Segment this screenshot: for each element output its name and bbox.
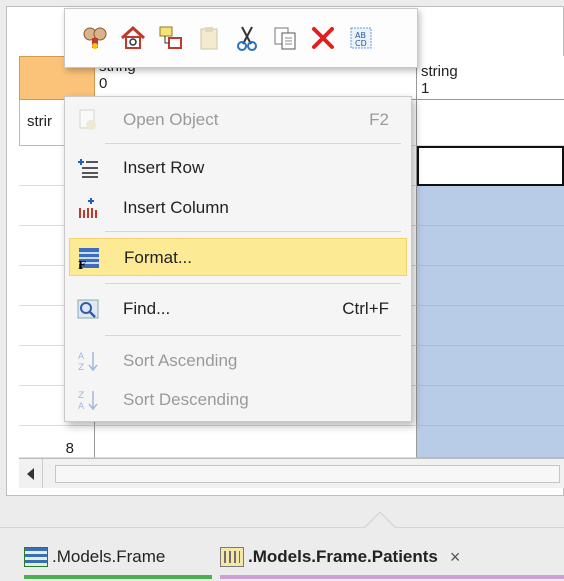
tab-label: .Models.Frame (52, 547, 166, 566)
home-icon[interactable] (117, 23, 148, 54)
floating-toolbar: AB CD (64, 8, 418, 68)
paste-icon[interactable] (193, 23, 224, 54)
selected-cell[interactable] (417, 266, 564, 306)
insert-column-icon (75, 195, 101, 221)
svg-text:A: A (78, 352, 85, 362)
column-header-1-type: string (421, 63, 458, 80)
tab-models-frame-patients[interactable]: .Models.Frame.Patients × (220, 539, 564, 579)
scroll-left-icon[interactable] (19, 459, 43, 488)
open-object-icon (75, 107, 101, 133)
format-icon: F (76, 245, 102, 271)
menu-item-insert-row[interactable]: Insert Row (69, 149, 407, 187)
selected-cell[interactable] (417, 386, 564, 426)
menu-item-label: Insert Column (123, 198, 229, 217)
menu-separator (105, 335, 401, 336)
find-icon (75, 296, 101, 322)
menu-item-label: Sort Descending (123, 390, 249, 409)
selected-cell[interactable] (417, 186, 564, 226)
menu-item-open-object[interactable]: Open Object F2 (69, 101, 407, 139)
object-inspector-icon[interactable] (79, 23, 110, 54)
copy-icon[interactable] (269, 23, 300, 54)
svg-text:F: F (78, 259, 86, 270)
new-object-icon[interactable] (155, 23, 186, 54)
svg-text:CD: CD (355, 39, 367, 48)
menu-item-shortcut: Ctrl+F (342, 299, 389, 318)
menu-item-find[interactable]: Find... Ctrl+F (69, 290, 407, 328)
menu-separator (105, 283, 401, 284)
tab-label: .Models.Frame.Patients (248, 547, 438, 566)
current-cell[interactable] (417, 146, 564, 186)
svg-text:Z: Z (78, 363, 84, 373)
type-row-cell-1[interactable] (417, 100, 564, 146)
rename-icon[interactable]: AB CD (345, 23, 376, 54)
menu-item-label: Sort Ascending (123, 351, 238, 370)
context-menu: Open Object F2 Insert Row Insert Column … (64, 96, 412, 422)
menu-item-label: Insert Row (123, 158, 205, 177)
menu-item-sort-descending[interactable]: ZA Sort Descending (69, 381, 407, 419)
delete-icon[interactable] (307, 23, 338, 54)
insert-row-icon (75, 155, 101, 181)
svg-text:Z: Z (78, 391, 84, 401)
menu-item-label: Find... (123, 299, 171, 318)
column-header-0-index: 0 (99, 75, 108, 92)
menu-separator (105, 231, 401, 232)
tab-bar-divider (0, 527, 564, 528)
scrollbar-thumb[interactable] (55, 465, 560, 483)
table-cell[interactable] (95, 426, 417, 458)
menu-separator (105, 143, 401, 144)
horizontal-scrollbar[interactable] (19, 458, 564, 488)
svg-text:A: A (78, 402, 85, 412)
tab-models-frame[interactable]: .Models.Frame (24, 539, 212, 579)
column-header-1-index: 1 (421, 80, 430, 97)
sort-ascending-icon: AZ (75, 348, 101, 374)
cut-icon[interactable] (231, 23, 262, 54)
menu-item-shortcut: F2 (369, 110, 389, 129)
selected-cell[interactable] (417, 426, 564, 458)
row-header[interactable]: 8 (19, 426, 95, 458)
menu-item-format[interactable]: F Format... (69, 238, 407, 276)
type-row-label: strir (27, 113, 52, 130)
menu-item-sort-ascending[interactable]: AZ Sort Ascending (69, 342, 407, 380)
close-icon[interactable]: × (450, 547, 461, 568)
selected-cell[interactable] (417, 226, 564, 266)
sort-descending-icon: ZA (75, 387, 101, 413)
menu-item-label: Open Object (123, 110, 219, 129)
frame-icon (24, 547, 48, 567)
column-header-1[interactable]: string 1 (417, 56, 564, 100)
row-number: 8 (65, 440, 74, 457)
menu-item-insert-column[interactable]: Insert Column (69, 189, 407, 227)
table-icon (220, 547, 244, 567)
menu-item-label: Format... (124, 248, 193, 267)
selected-cell[interactable] (417, 346, 564, 386)
selected-cell[interactable] (417, 306, 564, 346)
